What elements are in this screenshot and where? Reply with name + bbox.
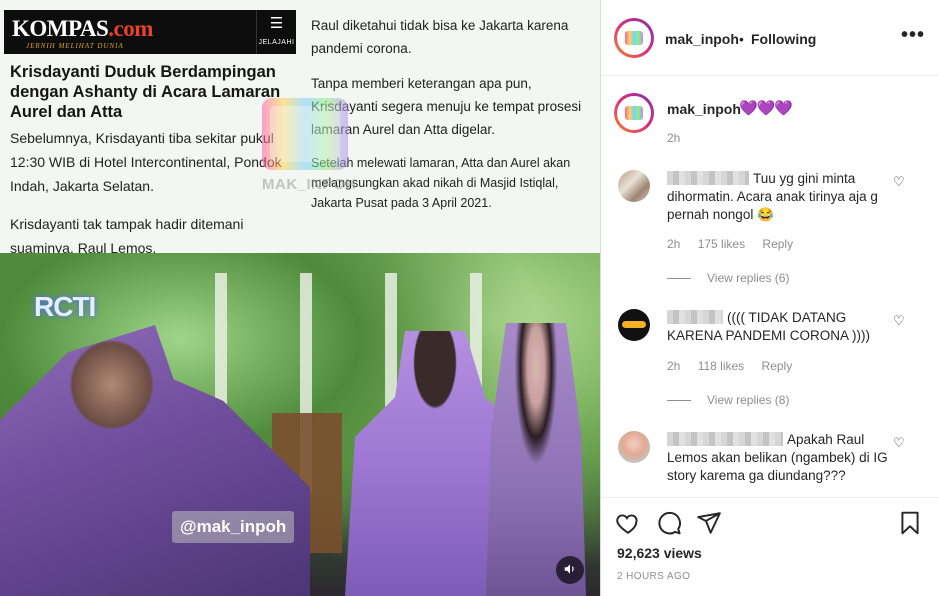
comment-text: Apakah Raul Lemos akan belikan (ngambek)… bbox=[667, 432, 888, 483]
commenter-avatar[interactable] bbox=[618, 170, 650, 202]
article-headline: Krisdayanti Duduk Berdampingan dengan As… bbox=[10, 63, 281, 121]
following-button[interactable]: Following bbox=[751, 31, 816, 47]
tv-logo-icon bbox=[625, 106, 643, 120]
header-username[interactable]: mak_inpoh bbox=[665, 31, 739, 47]
like-comment-heart-icon[interactable]: ♡ bbox=[893, 174, 905, 190]
reply-button[interactable]: Reply bbox=[762, 359, 793, 373]
like-comment-heart-icon[interactable]: ♡ bbox=[893, 313, 905, 329]
post-header: mak_inpoh • Following ••• bbox=[601, 0, 939, 76]
avatar[interactable] bbox=[614, 18, 654, 58]
explore-icon: ☰ bbox=[269, 15, 284, 32]
post-media[interactable]: KOMPAS.com JERNIH MELIHAT DUNIA ☰ JELAJA… bbox=[0, 0, 601, 596]
kompas-tagline: JERNIH MELIHAT DUNIA bbox=[26, 42, 124, 50]
post-actions: 92,623 views 2 HOURS AGO bbox=[601, 497, 939, 596]
commenter-username-redacted[interactable] bbox=[667, 310, 723, 324]
view-replies[interactable]: View replies (6) bbox=[667, 271, 789, 285]
tv-logo-icon bbox=[262, 98, 348, 170]
explore-label: JELAJAHI bbox=[258, 39, 295, 46]
comment-meta: 2h 175 likes Reply bbox=[667, 237, 807, 251]
volume-button[interactable] bbox=[556, 556, 584, 584]
comment-text: (((( TIDAK DATANG KARENA PANDEMI CORONA … bbox=[667, 310, 871, 343]
comment-bubble-icon[interactable] bbox=[656, 510, 682, 536]
video-handle-overlay: @mak_inpoh bbox=[172, 511, 295, 543]
channel-logo: RCTI bbox=[34, 291, 96, 322]
kompas-header: KOMPAS.com JERNIH MELIHAT DUNIA ☰ JELAJA… bbox=[4, 10, 296, 54]
caption-avatar[interactable] bbox=[614, 93, 654, 133]
video-frame[interactable]: RCTI @mak_inpoh bbox=[0, 253, 600, 596]
article-screenshot: KOMPAS.com JERNIH MELIHAT DUNIA ☰ JELAJA… bbox=[0, 0, 600, 256]
comment-likes[interactable]: 175 likes bbox=[698, 237, 745, 251]
explore-menu: ☰ JELAJAHI bbox=[256, 10, 296, 54]
comment-text: Tuu yg gini minta dihormatin. Acara anak… bbox=[667, 171, 878, 222]
like-comment-heart-icon[interactable]: ♡ bbox=[893, 435, 905, 451]
view-count[interactable]: 92,623 views bbox=[617, 545, 702, 561]
speaker-icon bbox=[564, 564, 574, 574]
like-heart-icon[interactable] bbox=[615, 510, 641, 536]
kompas-logo: KOMPAS.com bbox=[12, 16, 153, 41]
comment-likes[interactable]: 118 likes bbox=[698, 359, 744, 373]
purple-hearts-emoji: 💜💜💜 bbox=[739, 100, 793, 117]
caption-username[interactable]: mak_inpoh bbox=[667, 101, 741, 117]
commenter-avatar[interactable] bbox=[618, 431, 650, 463]
article-paragraph: Raul diketahui tidak bisa ke Jakarta kar… bbox=[311, 18, 569, 56]
watermark-logo: MAK_INPOH bbox=[260, 98, 368, 194]
commenter-avatar[interactable] bbox=[618, 309, 650, 341]
view-replies[interactable]: View replies (8) bbox=[667, 393, 789, 407]
comment-time[interactable]: 2h bbox=[667, 359, 680, 373]
separator-dot: • bbox=[739, 31, 744, 47]
more-options-icon[interactable]: ••• bbox=[901, 24, 925, 47]
commenter-username-redacted[interactable] bbox=[667, 432, 783, 446]
comment-meta: 2h 118 likes Reply bbox=[667, 359, 806, 373]
watermark-text: MAK_INPOH bbox=[262, 176, 357, 193]
commenter-username-redacted[interactable] bbox=[667, 171, 749, 185]
share-paper-plane-icon[interactable] bbox=[696, 510, 722, 536]
post-sidebar: mak_inpoh • Following ••• mak_inpoh 💜💜💜 … bbox=[601, 0, 939, 596]
divider-line bbox=[667, 278, 691, 280]
brand-logo-icon bbox=[622, 321, 646, 328]
reply-button[interactable]: Reply bbox=[762, 237, 793, 251]
save-bookmark-icon[interactable] bbox=[897, 510, 923, 536]
caption-time[interactable]: 2h bbox=[667, 131, 680, 145]
tv-logo-icon bbox=[625, 31, 643, 45]
divider-line bbox=[667, 400, 691, 402]
article-paragraph: Sebelumnya, Krisdayanti tiba sekitar puk… bbox=[10, 130, 282, 194]
comment-time[interactable]: 2h bbox=[667, 237, 680, 251]
post-timestamp[interactable]: 2 HOURS AGO bbox=[617, 571, 690, 582]
article-body-left: Sebelumnya, Krisdayanti tiba sekitar puk… bbox=[10, 126, 302, 274]
